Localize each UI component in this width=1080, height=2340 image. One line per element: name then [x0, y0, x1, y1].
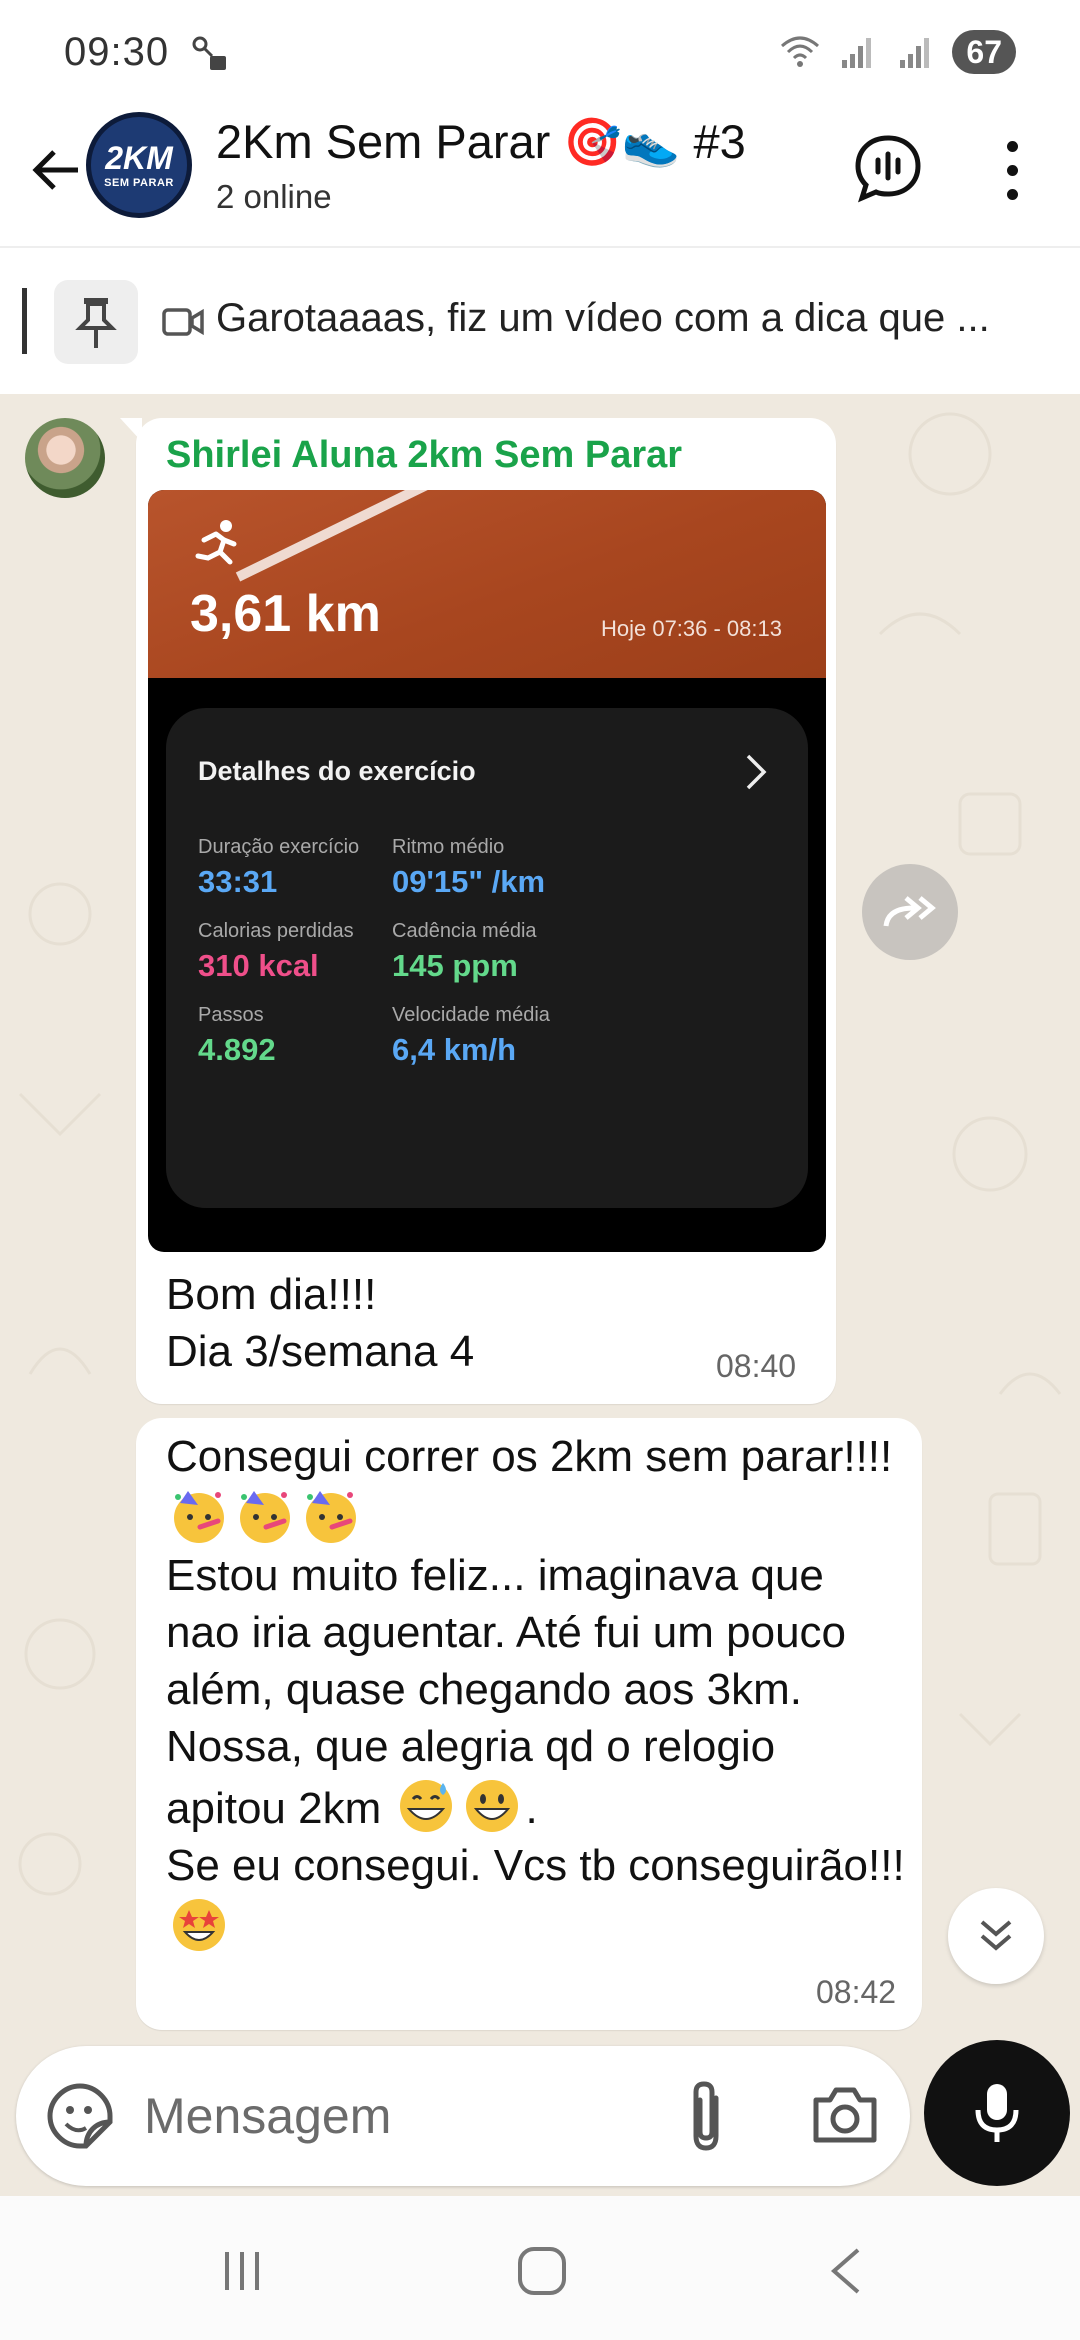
message-text: Consegui correr os 2km sem parar!!!! Est… [166, 1428, 906, 1956]
system-nav-bar [0, 2196, 1080, 2340]
workout-details-card: Detalhes do exercício Duração exercício 3… [166, 708, 808, 1208]
metric-label: Calorias perdidas [198, 920, 354, 942]
metric-label: Cadência média [392, 920, 537, 942]
pinned-message-bar[interactable]: Garotaaaas, fiz um vídeo com a dica que … [0, 246, 1080, 394]
mic-icon [975, 2084, 1019, 2142]
mic-button[interactable] [924, 2040, 1070, 2186]
message-text-part: . [525, 1784, 538, 1833]
back-nav-button[interactable] [806, 2236, 886, 2306]
sender-name[interactable]: Shirlei Aluna 2km Sem Parar [166, 434, 682, 477]
avatar-logo-text: 2KM [105, 139, 173, 176]
metric-value: 145 ppm [392, 948, 518, 983]
scroll-down-button[interactable] [948, 1888, 1044, 1984]
pinned-text: Garotaaaas, fiz um vídeo com a dica que … [216, 296, 990, 340]
sender-avatar[interactable] [25, 418, 105, 498]
status-time: 09:30 [64, 30, 170, 74]
pin-icon [75, 298, 117, 348]
recent-apps-icon [225, 2252, 259, 2290]
message-time: 08:42 [816, 1974, 897, 2010]
message-bubble[interactable]: Consegui correr os 2km sem parar!!!! Est… [136, 1418, 922, 2030]
metric-label: Duração exercício [198, 836, 360, 858]
group-avatar[interactable]: 2KM SEM PARAR [86, 112, 192, 218]
chevron-right-icon [746, 754, 767, 790]
battery-badge: 67 [952, 30, 1016, 74]
star-struck-emoji [168, 1894, 230, 1954]
double-chevron-down-icon [980, 1920, 1012, 1951]
arrow-left-icon [32, 150, 78, 190]
pin-button[interactable] [54, 280, 138, 364]
group-title[interactable]: 2Km Sem Parar 🎯👟 #3 [216, 114, 746, 170]
signal-icon [842, 38, 872, 68]
home-icon [518, 2247, 566, 2295]
vpn-key-icon [192, 36, 226, 70]
party-face-emoji [234, 1485, 296, 1545]
runner-icon [195, 520, 237, 565]
voice-chat-icon[interactable] [852, 132, 924, 204]
workout-header: 3,61 km Hoje 07:36 - 08:13 [148, 490, 826, 678]
group-subtitle: 2 online [216, 178, 332, 215]
workout-time-range: Hoje 07:36 - 08:13 [600, 616, 782, 641]
paperclip-icon[interactable] [676, 2076, 738, 2156]
message-input[interactable] [144, 2074, 664, 2158]
metric-label: Passos [198, 1004, 264, 1026]
camera-icon[interactable] [810, 2082, 880, 2146]
message-image[interactable]: 3,61 km Hoje 07:36 - 08:13 Detalhes do e… [148, 490, 826, 1252]
message-time: 08:40 [716, 1348, 797, 1384]
workout-distance: 3,61 km [190, 585, 381, 643]
metric-value: 310 kcal [198, 948, 319, 983]
menu-dot [1006, 140, 1018, 152]
signal-icon-2 [900, 38, 930, 68]
chat-area[interactable]: Shirlei Aluna 2km Sem Parar 3,61 km Hoje… [0, 394, 1080, 2040]
message-text: Bom dia!!!! Dia 3/semana 4 [166, 1270, 475, 1376]
grinning-face-emoji [461, 1775, 523, 1835]
forward-icon [883, 896, 936, 927]
grinning-sweat-emoji [395, 1775, 457, 1835]
message-text-part: Consegui correr os 2km sem parar!!!! [166, 1432, 893, 1481]
message-composer [16, 2046, 910, 2186]
party-face-emoji [168, 1485, 230, 1545]
message-bubble[interactable]: Shirlei Aluna 2km Sem Parar 3,61 km Hoje… [136, 418, 836, 1404]
status-icons: 67 [778, 30, 1016, 74]
metric-value: 09'15" /km [392, 864, 546, 899]
recent-apps-button[interactable] [202, 2236, 282, 2306]
chat-header: 2KM SEM PARAR 2Km Sem Parar 🎯👟 #3 2 onli… [0, 104, 1080, 379]
avatar-logo-subtext: SEM PARAR [104, 176, 174, 189]
metric-value: 33:31 [198, 864, 278, 899]
more-vert-icon[interactable] [990, 134, 1034, 206]
metric-label: Ritmo médio [392, 836, 505, 858]
metric-value: 4.892 [198, 1032, 276, 1067]
pin-indicator [22, 288, 27, 354]
video-icon [162, 308, 204, 336]
menu-dot [1006, 188, 1018, 200]
track-line [235, 490, 816, 582]
party-face-emoji [300, 1485, 362, 1545]
metric-label: Velocidade média [392, 1004, 550, 1026]
home-button[interactable] [502, 2236, 582, 2306]
message-text-part: Se eu consegui. Vcs tb conseguirão!!! [166, 1841, 905, 1890]
forward-button[interactable] [862, 864, 958, 960]
back-button[interactable] [22, 136, 90, 204]
card-title: Detalhes do exercício [198, 756, 476, 786]
metric-value: 6,4 km/h [392, 1032, 517, 1067]
back-nav-icon [830, 2248, 860, 2294]
status-bar: 09:30 67 [0, 0, 1080, 104]
menu-dot [1006, 164, 1018, 176]
sticker-icon[interactable] [44, 2080, 116, 2152]
wifi-icon [781, 36, 820, 67]
